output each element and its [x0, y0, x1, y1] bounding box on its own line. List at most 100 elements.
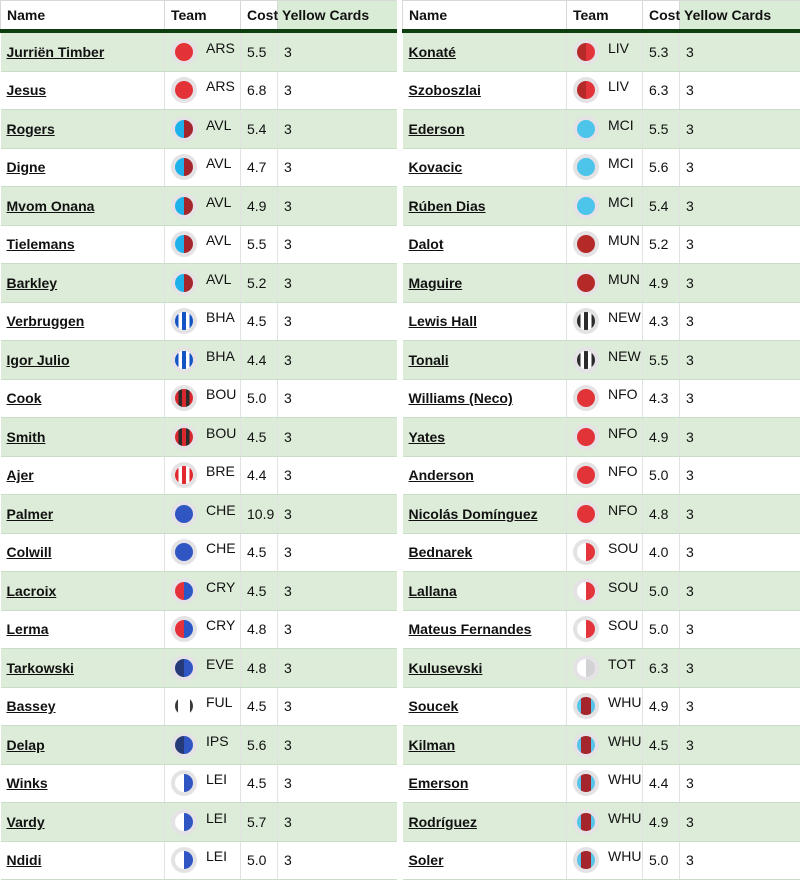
team-kit-icon-nfo	[573, 500, 599, 527]
player-name-link[interactable]: Colwill	[7, 544, 52, 560]
cost-cell: 5.0	[642, 610, 680, 649]
table-row: Digne AVL 4.7 3	[0, 148, 397, 187]
player-name-link[interactable]: Digne	[7, 159, 46, 175]
player-name-link[interactable]: Maguire	[409, 275, 463, 291]
team-cell: LIV	[566, 31, 643, 72]
table-row: Winks LEI 4.5 3	[0, 764, 397, 803]
player-name-link[interactable]: Lewis Hall	[409, 313, 477, 329]
team-code: LEI	[206, 809, 228, 826]
player-name-link[interactable]: Tarkowski	[7, 660, 74, 676]
player-name-link[interactable]: Rogers	[7, 121, 55, 137]
team-code: NFO	[608, 501, 638, 518]
player-name-link[interactable]: Kilman	[409, 737, 456, 753]
yellow-cards-value: 3	[284, 274, 292, 291]
yellow-cards-cell: 3	[679, 263, 800, 303]
team-cell: CHE	[164, 533, 241, 572]
player-name-link[interactable]: Smith	[7, 429, 46, 445]
cost-cell: 4.3	[642, 379, 680, 418]
player-name-cell: Maguire	[402, 263, 567, 303]
team-kit-icon-liv	[573, 77, 599, 104]
player-name-link[interactable]: Winks	[7, 775, 48, 791]
header-name[interactable]: Name	[0, 0, 165, 33]
yellow-cards-value: 3	[284, 659, 292, 676]
team-code: AVL	[206, 155, 232, 172]
player-name-link[interactable]: Vardy	[7, 814, 45, 830]
table-row: Ajer BRE 4.4 3	[0, 456, 397, 495]
cost-cell: 4.5	[240, 687, 278, 726]
player-name-link[interactable]: Verbruggen	[7, 313, 85, 329]
team-kit-icon-whu	[573, 731, 599, 758]
team-cell: MCI	[566, 186, 643, 226]
team-kit-icon-bha	[171, 346, 197, 373]
team-cell: WHU	[566, 802, 643, 842]
player-name-link[interactable]: Ederson	[409, 121, 465, 137]
player-name-link[interactable]: Igor Julio	[7, 352, 70, 368]
player-name-link[interactable]: Szoboszlai	[409, 82, 481, 98]
player-name-link[interactable]: Yates	[409, 429, 446, 445]
player-name-cell: Soucek	[402, 687, 567, 726]
player-name-link[interactable]: Tonali	[409, 352, 449, 368]
cost-value: 5.4	[247, 120, 267, 137]
yellow-cards-cell: 3	[679, 725, 800, 765]
player-name-link[interactable]: Lacroix	[7, 583, 57, 599]
header-cost[interactable]: Cost	[642, 0, 680, 33]
player-name-link[interactable]: Cook	[7, 390, 42, 406]
player-name-link[interactable]: Rodríguez	[409, 814, 477, 830]
player-name-cell: Lewis Hall	[402, 302, 567, 341]
team-kit-icon-che	[171, 500, 197, 527]
player-name-link[interactable]: Rúben Dias	[409, 198, 486, 214]
player-name-link[interactable]: Palmer	[7, 506, 54, 522]
player-name-link[interactable]: Jesus	[7, 82, 47, 98]
header-yellow-cards[interactable]: Yellow Cards	[679, 0, 800, 33]
player-name-link[interactable]: Bednarek	[409, 544, 473, 560]
player-name-link[interactable]: Tielemans	[7, 236, 75, 252]
player-name-link[interactable]: Kulusevski	[409, 660, 483, 676]
team-code: BRE	[206, 463, 235, 480]
team-code: CRY	[206, 617, 236, 634]
player-name-cell: Kovacic	[402, 148, 567, 187]
player-name-link[interactable]: Delap	[7, 737, 45, 753]
player-name-link[interactable]: Emerson	[409, 775, 469, 791]
table-row: Lacroix CRY 4.5 3	[0, 571, 397, 611]
player-name-link[interactable]: Ndidi	[7, 852, 42, 868]
team-cell: IPS	[164, 725, 241, 765]
player-name-link[interactable]: Anderson	[409, 467, 474, 483]
yellow-cards-cell: 3	[277, 186, 397, 226]
player-name-link[interactable]: Lerma	[7, 621, 49, 637]
player-name-link[interactable]: Bassey	[7, 698, 56, 714]
table-row: Igor Julio BHA 4.4 3	[0, 340, 397, 380]
header-yellow-cards[interactable]: Yellow Cards	[277, 0, 397, 33]
player-name-link[interactable]: Mateus Fernandes	[409, 621, 532, 637]
player-name-link[interactable]: Soler	[409, 852, 444, 868]
team-code: BHA	[206, 309, 235, 326]
player-name-cell: Rúben Dias	[402, 186, 567, 226]
player-name-link[interactable]: Jurriën Timber	[7, 44, 105, 60]
player-name-link[interactable]: Ajer	[7, 467, 34, 483]
team-cell: NFO	[566, 379, 643, 418]
player-name-link[interactable]: Barkley	[7, 275, 58, 291]
team-cell: NFO	[566, 417, 643, 457]
table-row: Tonali NEW 5.5 3	[402, 340, 800, 380]
team-cell: BRE	[164, 456, 241, 495]
player-name-link[interactable]: Lallana	[409, 583, 457, 599]
player-name-link[interactable]: Kovacic	[409, 159, 463, 175]
player-name-link[interactable]: Konaté	[409, 44, 456, 60]
table-row: Anderson NFO 5.0 3	[402, 456, 800, 495]
header-team[interactable]: Team	[566, 0, 643, 33]
header-team[interactable]: Team	[164, 0, 241, 33]
player-name-link[interactable]: Dalot	[409, 236, 444, 252]
team-code: TOT	[608, 655, 636, 672]
yellow-cards-cell: 3	[277, 725, 397, 765]
header-cost[interactable]: Cost	[240, 0, 278, 33]
cost-cell: 4.5	[240, 764, 278, 803]
team-kit-icon-nfo	[573, 385, 599, 412]
team-cell: MUN	[566, 263, 643, 303]
player-name-link[interactable]: Soucek	[409, 698, 459, 714]
header-name[interactable]: Name	[402, 0, 567, 33]
player-name-link[interactable]: Mvom Onana	[7, 198, 95, 214]
player-name-link[interactable]: Nicolás Domínguez	[409, 506, 538, 522]
team-code: SOU	[608, 578, 639, 595]
table-row: Bednarek SOU 4.0 3	[402, 533, 800, 572]
cost-cell: 5.0	[642, 841, 680, 880]
player-name-link[interactable]: Williams (Neco)	[409, 390, 513, 406]
